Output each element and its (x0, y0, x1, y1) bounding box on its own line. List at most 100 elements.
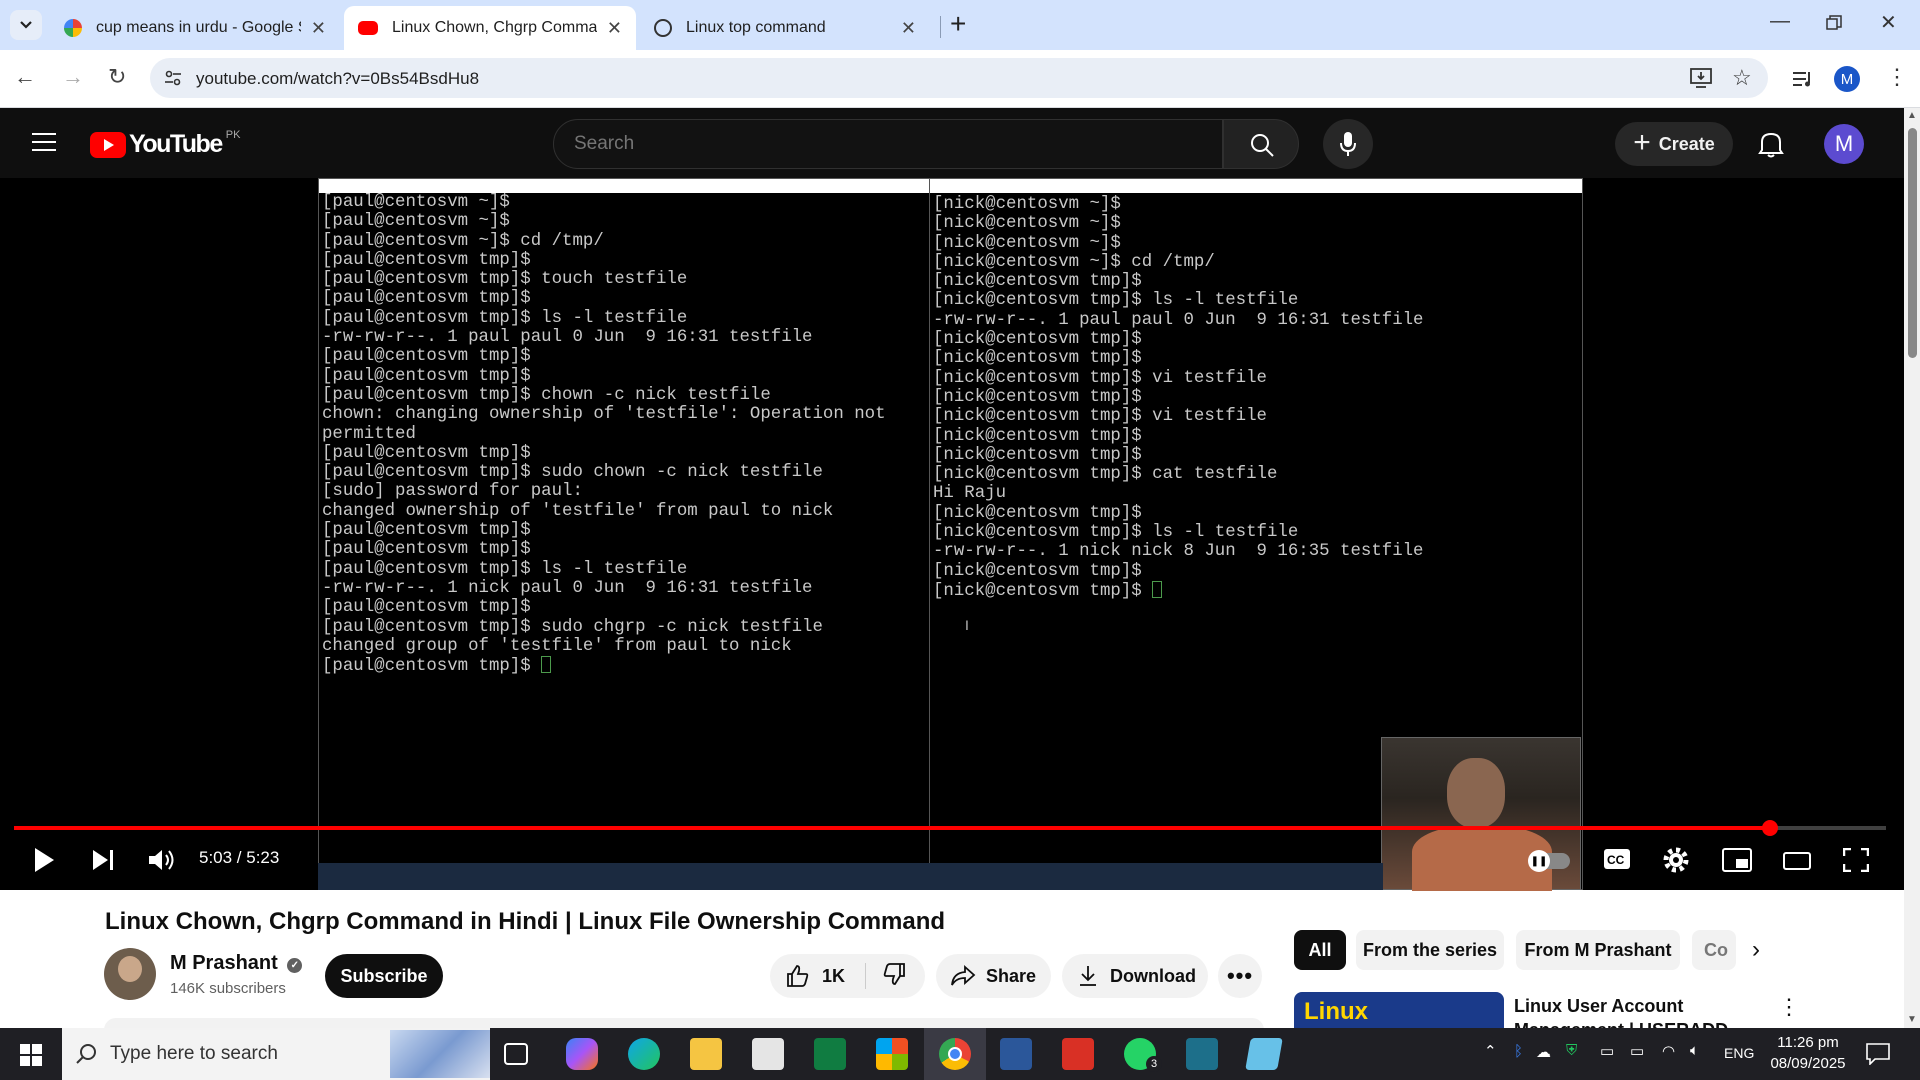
terminal-output-nick: [nick@centosvm ~]$ [nick@centosvm ~]$ [nic… (930, 193, 1582, 601)
language-indicator[interactable]: ENG (1724, 1045, 1754, 1061)
file-explorer-icon[interactable] (690, 1038, 722, 1070)
close-tab-icon[interactable]: ✕ (607, 18, 622, 39)
terminal-line: changed ownership of 'testfile' from pau… (322, 501, 834, 521)
logo-text: YouTube (129, 130, 223, 158)
page-scrollbar-thumb[interactable] (1908, 128, 1917, 358)
terminal-line: [nick@centosvm tmp]$ (933, 330, 1142, 350)
like-button[interactable]: 1K (770, 964, 865, 988)
play-icon[interactable] (32, 846, 56, 874)
forward-icon[interactable]: → (62, 64, 84, 90)
network-icon[interactable]: ☁ (1536, 1043, 1551, 1061)
autoplay-toggle[interactable]: ❚❚ (1528, 850, 1570, 872)
video-player[interactable]: [paul@centosvm ~]$ [paul@centosvm ~]$ [pau… (0, 178, 1904, 891)
minimize-icon[interactable]: — (1770, 10, 1790, 33)
next-video-icon[interactable] (91, 848, 115, 872)
miniplayer-icon[interactable] (1722, 848, 1752, 872)
scroll-up-icon[interactable]: ▲ (1907, 110, 1917, 121)
close-window-icon[interactable]: ✕ (1880, 10, 1897, 35)
edge-icon[interactable] (628, 1038, 660, 1070)
profile-avatar[interactable]: M (1834, 66, 1860, 92)
install-app-icon[interactable] (1690, 68, 1712, 88)
search-box[interactable] (553, 119, 1223, 169)
account-avatar[interactable]: M (1824, 124, 1864, 164)
vmware-icon[interactable] (1186, 1038, 1218, 1070)
progress-bar[interactable] (14, 820, 1886, 836)
verified-check-icon: ✓ (287, 958, 303, 973)
tab-search-button[interactable] (10, 10, 42, 40)
tab-title: cup means in urdu - Google Se (96, 19, 301, 36)
display-icon[interactable]: ▭ (1600, 1042, 1614, 1060)
bookmark-star-icon[interactable]: ☆ (1732, 65, 1752, 91)
restore-icon[interactable] (1825, 14, 1843, 38)
subscribe-button[interactable]: Subscribe (325, 954, 443, 998)
microsoft-store-icon[interactable] (876, 1038, 908, 1070)
clock[interactable]: 11:26 pm 08/09/2025 (1768, 1032, 1848, 1074)
recommendation-menu-icon[interactable]: ⋮ (1778, 994, 1800, 1020)
close-tab-icon[interactable]: ✕ (901, 18, 916, 39)
terminal-cursor (1152, 580, 1163, 598)
new-tab-button[interactable]: + (950, 8, 966, 40)
terminal-line: [nick@centosvm tmp]$ cat testfile (933, 465, 1278, 485)
chip-from-channel[interactable]: From M Prashant (1516, 930, 1680, 970)
recommended-video-thumbnail[interactable]: Linux (1294, 992, 1504, 1028)
whatsapp-icon[interactable]: 3 (1124, 1038, 1162, 1072)
notifications-icon[interactable] (1866, 1043, 1890, 1065)
excel-icon[interactable] (814, 1038, 846, 1070)
captions-icon[interactable]: CC (1603, 848, 1631, 870)
terminal-prompt-line: [nick@centosvm tmp]$ (933, 580, 1582, 601)
channel-avatar[interactable] (104, 948, 156, 1000)
browser-menu-icon[interactable]: ⋮ (1886, 64, 1908, 90)
bluetooth-icon[interactable]: ᛒ (1514, 1043, 1523, 1060)
youtube-logo[interactable]: YouTube PK (90, 129, 240, 159)
voice-search-button[interactable] (1323, 119, 1373, 169)
share-button[interactable]: Share (936, 954, 1051, 998)
download-button[interactable]: Download (1062, 954, 1208, 998)
tab-linux-top[interactable]: Linux top command ✕ (640, 6, 930, 50)
fullscreen-icon[interactable] (1843, 848, 1869, 872)
battery-icon[interactable]: ▭ (1630, 1042, 1644, 1060)
site-info-icon[interactable] (164, 70, 182, 86)
share-arrow-icon (951, 965, 976, 986)
page-scrollbar[interactable]: ▲ ▼ (1904, 108, 1920, 1028)
tab-google-search[interactable]: cup means in urdu - Google Se ✕ (50, 6, 340, 50)
chip-from-series[interactable]: From the series (1356, 930, 1504, 970)
chip-all[interactable]: All (1294, 930, 1346, 970)
address-bar[interactable]: youtube.com/watch?v=0Bs54BsdHu8 ☆ (150, 58, 1768, 98)
create-button[interactable]: + Create (1615, 122, 1733, 166)
theater-mode-icon[interactable] (1783, 852, 1811, 870)
virtualbox-icon[interactable] (1062, 1038, 1094, 1070)
taskbar-search[interactable]: Type here to search (62, 1028, 490, 1080)
security-icon[interactable]: ⛨ (1566, 1042, 1577, 1059)
scroll-down-icon[interactable]: ▼ (1907, 1014, 1917, 1025)
channel-name[interactable]: M Prashant ✓ (170, 952, 303, 975)
presenter-head (1447, 758, 1505, 828)
wifi-icon[interactable]: ◠ (1662, 1042, 1675, 1060)
download-icon (1080, 966, 1096, 986)
media-controls-icon[interactable] (1792, 70, 1814, 88)
back-icon[interactable]: ← (14, 64, 36, 90)
copilot-icon[interactable] (566, 1038, 598, 1070)
settings-gear-icon[interactable] (1662, 846, 1690, 874)
search-input[interactable] (554, 120, 1154, 168)
search-button[interactable] (1223, 119, 1299, 169)
more-actions-button[interactable]: ••• (1218, 954, 1262, 998)
chips-next-icon[interactable]: › (1752, 936, 1760, 964)
windows-start-icon[interactable] (20, 1044, 42, 1066)
hamburger-menu-icon[interactable] (32, 132, 56, 152)
chip-more[interactable]: Co (1692, 930, 1736, 970)
task-view-icon[interactable] (504, 1043, 528, 1065)
notepad-icon[interactable] (1245, 1038, 1283, 1070)
dislike-button[interactable] (866, 962, 906, 991)
chrome-taskbar-active[interactable] (924, 1028, 986, 1080)
tab-youtube-video[interactable]: Linux Chown, Chgrp Command ✕ (344, 6, 636, 50)
speaker-icon[interactable]: 🔈︎ (1690, 1042, 1699, 1059)
word-icon[interactable] (1000, 1038, 1032, 1070)
notifications-bell-icon[interactable] (1758, 130, 1784, 158)
volume-icon[interactable] (147, 846, 175, 874)
show-hidden-icons-icon[interactable]: ⌃ (1484, 1042, 1497, 1060)
close-tab-icon[interactable]: ✕ (311, 18, 326, 39)
recommended-video-title[interactable]: Linux User Account Management | USERADD (1514, 994, 1728, 1028)
reload-icon[interactable]: ↻ (108, 64, 126, 90)
progress-scrubber[interactable] (1761, 820, 1778, 836)
camera-icon[interactable] (752, 1038, 784, 1070)
